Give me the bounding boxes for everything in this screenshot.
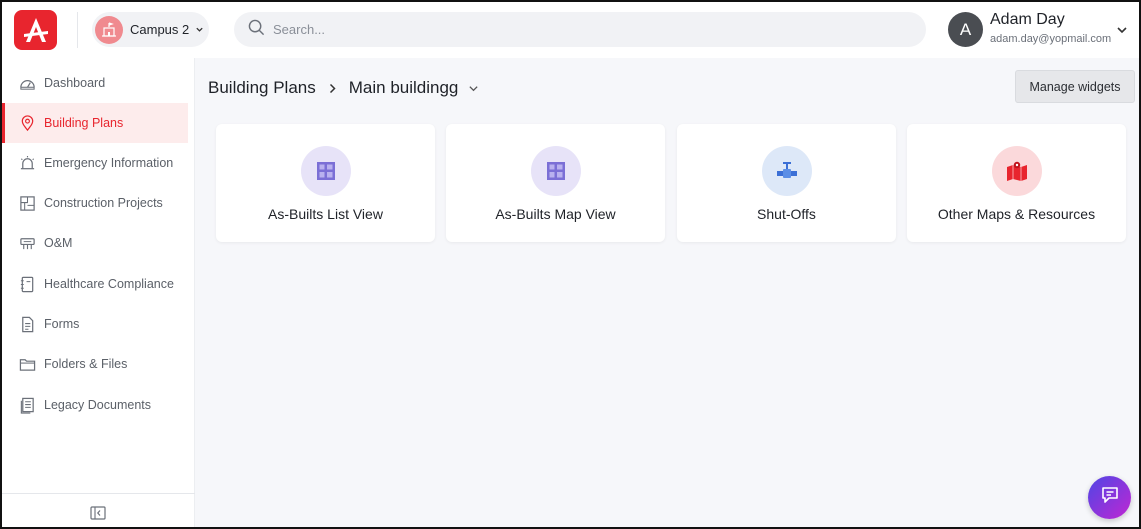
documents-icon (18, 396, 36, 414)
app-window: Campus 2 A Adam Day adam.day@yopmail.com… (0, 0, 1141, 529)
floorplan-icon (300, 146, 351, 196)
widget-label: Other Maps & Resources (937, 206, 1096, 222)
map-pin-icon (18, 114, 36, 132)
breadcrumb: Building Plans Main buildingg (208, 77, 479, 99)
widget-label: Shut-Offs (757, 206, 816, 222)
search-bar (234, 12, 926, 47)
sidebar-item-label: Folders & Files (44, 357, 128, 371)
campus-selector[interactable]: Campus 2 (92, 12, 209, 47)
widget-label: As-Builts Map View (495, 206, 616, 222)
chevron-down-icon (195, 25, 204, 34)
widget-shut-offs[interactable]: Shut-Offs (677, 124, 896, 242)
header-divider (77, 12, 78, 48)
search-icon (248, 19, 265, 41)
map-icon (991, 146, 1042, 196)
sidebar-item-emergency-information[interactable]: Emergency Information (2, 143, 188, 183)
blueprint-icon (18, 194, 36, 212)
sidebar-item-label: Emergency Information (44, 156, 174, 170)
campus-label: Campus 2 (130, 22, 190, 37)
maintenance-icon (18, 234, 36, 252)
folder-icon (18, 355, 36, 373)
widget-other-maps-resources[interactable]: Other Maps & Resources (907, 124, 1126, 242)
sidebar-item-label: Building Plans (44, 116, 124, 130)
sidebar-item-label: Healthcare Compliance (44, 277, 174, 291)
user-avatar[interactable]: A (948, 12, 983, 47)
sidebar-item-legacy-documents[interactable]: Legacy Documents (2, 385, 188, 425)
alarm-light-icon (18, 154, 36, 172)
sidebar-item-label: Forms (44, 317, 80, 331)
user-email: adam.day@yopmail.com (990, 33, 1112, 45)
valve-icon (761, 146, 812, 196)
sidebar-item-label: Construction Projects (44, 196, 163, 210)
sidebar-item-om[interactable]: O&M (2, 223, 188, 263)
chevron-right-icon (328, 83, 337, 94)
widget-as-builts-list-view[interactable]: As-Builts List View (216, 124, 435, 242)
chat-support-button[interactable] (1088, 476, 1131, 519)
dashboard-icon (18, 74, 36, 92)
sidebar-item-building-plans[interactable]: Building Plans (2, 103, 188, 143)
sidebar-item-dashboard[interactable]: Dashboard (2, 63, 188, 103)
campus-icon (95, 15, 123, 44)
breadcrumb-root[interactable]: Building Plans (208, 78, 316, 98)
app-logo[interactable] (14, 10, 57, 50)
top-bar: Campus 2 A Adam Day adam.day@yopmail.com (2, 2, 1139, 58)
sidebar-item-folders-files[interactable]: Folders & Files (2, 344, 188, 384)
sidebar-item-label: Legacy Documents (44, 398, 152, 412)
sidebar-divider (2, 493, 195, 494)
building-dropdown-chevron-icon[interactable] (468, 83, 479, 94)
sidebar-item-construction-projects[interactable]: Construction Projects (2, 183, 188, 223)
user-menu-chevron-icon[interactable] (1116, 23, 1128, 41)
chat-icon (1100, 485, 1120, 510)
widget-label: As-Builts List View (268, 206, 383, 222)
sidebar: Dashboard Building Plans Emergency Infor… (2, 58, 195, 527)
floorplan-icon (530, 146, 581, 196)
search-input[interactable] (273, 22, 873, 37)
sidebar-item-healthcare-compliance[interactable]: Healthcare Compliance (2, 264, 188, 304)
manage-widgets-button[interactable]: Manage widgets (1015, 70, 1135, 103)
sidebar-item-forms[interactable]: Forms (2, 304, 188, 344)
form-icon (18, 315, 36, 333)
collapse-sidebar-icon[interactable] (90, 506, 106, 525)
sidebar-item-label: O&M (44, 236, 73, 250)
logo-a-icon (23, 18, 48, 42)
widget-as-builts-map-view[interactable]: As-Builts Map View (446, 124, 665, 242)
sidebar-item-label: Dashboard (44, 76, 106, 90)
notebook-icon (18, 275, 36, 293)
breadcrumb-current[interactable]: Main buildingg (349, 78, 459, 98)
user-name: Adam Day (990, 11, 1065, 28)
